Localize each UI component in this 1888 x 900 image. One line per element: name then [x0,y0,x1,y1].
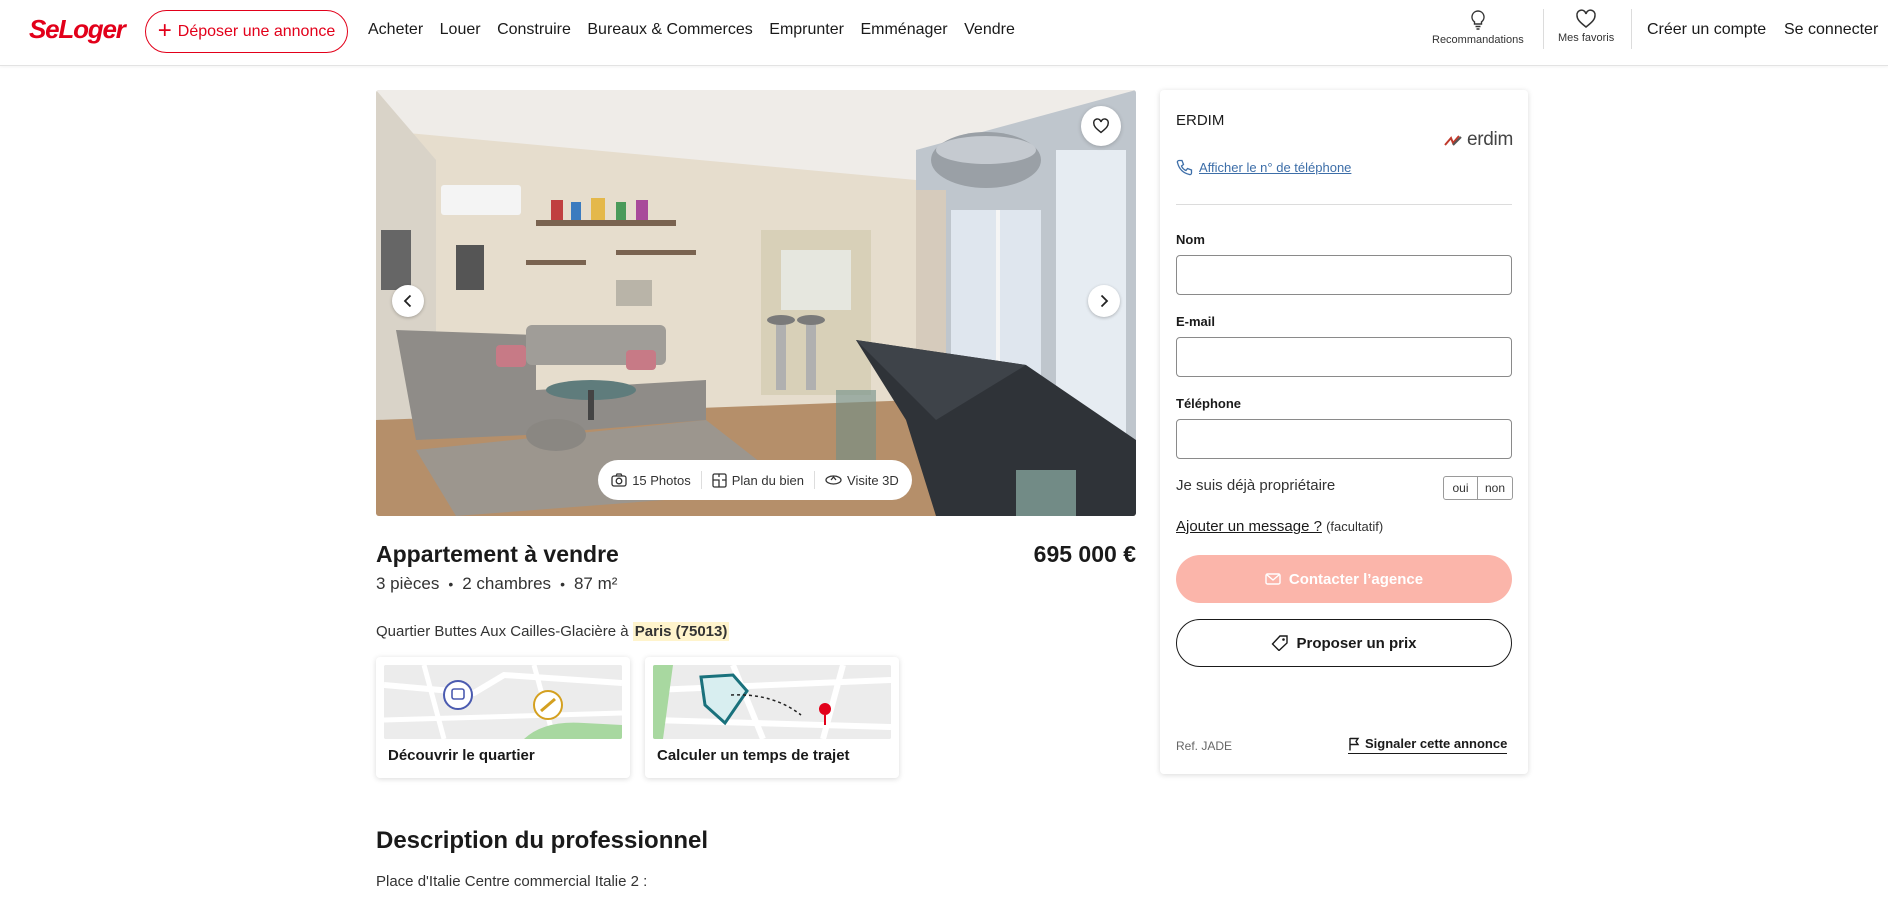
separator-dot: • [560,576,565,592]
contact-agency-button[interactable]: Contacter l’agence [1176,555,1512,603]
seloger-logo[interactable]: SeLoger [29,14,126,45]
floor-plan-button[interactable]: Plan du bien [702,473,814,488]
360-view-icon [825,475,842,485]
heart-icon [1093,118,1109,134]
virtual-tour-label: Visite 3D [847,472,899,488]
report-listing-label: Signaler cette annonce [1365,736,1508,751]
recommendations-button[interactable]: Recommandations [1432,9,1524,46]
contact-agency-label: Contacter l’agence [1288,570,1424,588]
contact-panel: ERDIM erdim Afficher le n° de téléphone … [1160,90,1528,774]
listing-location: Quartier Buttes Aux Cailles-Glacière à P… [376,622,730,641]
agency-name: ERDIM [1176,112,1225,129]
main-nav: Acheter Louer Construire Bureaux & Comme… [368,21,1031,39]
neighborhood-text: Quartier Buttes Aux Cailles-Glacière à [376,623,633,640]
photo-gallery[interactable]: 15 Photos Plan du bien Visite 3D [376,90,1136,516]
agency-logo: erdim [1444,129,1513,151]
neighborhood-map [384,665,622,739]
floor-plan-icon [712,472,727,488]
map-illustration [384,665,622,739]
listing-photo [376,90,1136,516]
nav-item-emprunter[interactable]: Emprunter [769,21,844,39]
owner-yes-option[interactable]: oui [1444,477,1478,499]
media-bar: 15 Photos Plan du bien Visite 3D [598,460,912,500]
city-name: Paris (75013) [632,622,730,641]
chevron-right-icon [1100,294,1109,308]
propose-price-label: Proposer un prix [1296,634,1417,652]
recommendations-label: Recommandations [1432,34,1524,46]
photos-label: 15 Photos [632,472,691,488]
heart-icon [1576,9,1596,28]
add-message-link[interactable]: Ajouter un message ? [1176,518,1322,535]
lightbulb-icon [1471,10,1485,30]
favorite-listing-button[interactable] [1081,106,1121,146]
phone-field[interactable] [1176,419,1512,459]
plus-icon: + [157,16,172,44]
bedrooms-count: 2 chambres [462,574,552,593]
create-account-link[interactable]: Créer un compte [1647,21,1766,39]
show-phone-label: Afficher le n° de téléphone [1199,160,1352,175]
name-label: Nom [1176,232,1205,247]
price-tag-icon [1272,635,1289,651]
nav-item-construire[interactable]: Construire [497,21,571,39]
login-link[interactable]: Se connecter [1784,21,1878,39]
next-photo-button[interactable] [1088,285,1120,317]
site-header: SeLoger + Déposer une annonce Acheter Lo… [0,0,1888,66]
nav-item-vendre[interactable]: Vendre [964,21,1015,39]
header-divider [1543,9,1544,49]
propose-price-button[interactable]: Proposer un prix [1176,619,1512,667]
neighborhood-card-label: Découvrir le quartier [388,747,535,764]
description-title: Description du professionnel [376,827,709,854]
deposit-ad-button[interactable]: + Déposer une annonce [145,10,348,53]
panel-divider [1176,204,1512,205]
nav-item-bureaux-commerces[interactable]: Bureaux & Commerces [587,21,752,39]
agency-logo-text: erdim [1467,129,1514,150]
virtual-tour-button[interactable]: Visite 3D [815,473,909,488]
separator-dot: • [448,576,454,592]
deposit-ad-label: Déposer une annonce [177,22,336,40]
neighborhood-card[interactable]: Découvrir le quartier [376,657,630,778]
camera-icon [611,473,627,487]
mail-icon [1265,573,1281,585]
nav-item-acheter[interactable]: Acheter [368,21,423,39]
listing-title: Appartement à vendre [376,541,619,567]
header-divider [1631,9,1632,49]
photos-button[interactable]: 15 Photos [601,473,701,488]
floor-plan-label: Plan du bien [731,472,805,488]
flag-icon [1349,737,1360,750]
listing-price: 695 000 € [1033,541,1136,567]
rooms-count: 3 pièces [376,574,440,593]
commute-card[interactable]: Calculer un temps de trajet [645,657,899,778]
favorites-label: Mes favoris [1558,32,1615,44]
listing-features: 3 pièces • 2 chambres • 87 m² [376,574,617,594]
add-message-row: Ajouter un message ? (facultatif) [1176,518,1383,535]
phone-icon [1176,159,1193,176]
owner-no-option[interactable]: non [1478,477,1512,499]
report-listing-link[interactable]: Signaler cette annonce [1348,736,1508,754]
listing-reference: Ref. JADE [1176,739,1233,753]
nav-item-emmenager[interactable]: Emménager [860,21,947,39]
chevron-left-icon [403,294,412,308]
optional-note: (facultatif) [1326,519,1384,534]
nav-item-louer[interactable]: Louer [440,21,481,39]
favorites-button[interactable]: Mes favoris [1558,9,1614,44]
name-field[interactable] [1176,255,1512,295]
agency-logo-mark [1444,135,1462,146]
email-label: E-mail [1176,314,1216,329]
commute-map [653,665,891,739]
previous-photo-button[interactable] [392,285,424,317]
map-illustration [653,665,891,739]
phone-label: Téléphone [1176,396,1242,411]
email-field[interactable] [1176,337,1512,377]
commute-card-label: Calculer un temps de trajet [657,747,850,764]
surface-area: 87 m² [573,574,618,593]
owner-toggle: oui non [1443,476,1513,500]
show-phone-link[interactable]: Afficher le n° de téléphone [1176,159,1351,176]
description-text: Place d'Italie Centre commercial Italie … [376,873,648,890]
owner-question: Je suis déjà propriétaire [1176,477,1336,494]
